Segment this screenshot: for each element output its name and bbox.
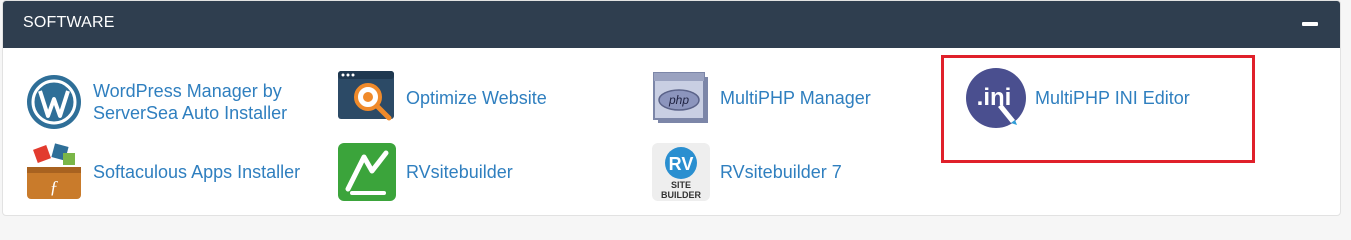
highlight-box: [941, 55, 1255, 163]
item-softaculous[interactable]: ƒ Softaculous Apps Installer: [23, 141, 300, 203]
builder-text: BUILDER: [661, 190, 701, 200]
item-label: WordPress Manager by ServerSea Auto Inst…: [93, 81, 288, 123]
item-label: RVsitebuilder 7: [720, 162, 842, 182]
rv-text: RV: [669, 154, 694, 174]
item-rvsitebuilder-7[interactable]: RV SITE BUILDER RVsitebuilder 7: [650, 141, 842, 203]
site-text: SITE: [671, 180, 691, 190]
rvsitebuilder7-icon: RV SITE BUILDER: [650, 141, 712, 203]
rvsitebuilder-icon: [336, 141, 398, 203]
panel-title: SOFTWARE: [23, 14, 115, 31]
item-label: Softaculous Apps Installer: [93, 162, 301, 182]
item-optimize-website[interactable]: Optimize Website: [336, 67, 547, 129]
php-icon: php: [650, 67, 712, 129]
item-label: Optimize Website: [406, 88, 547, 108]
panel-header: SOFTWARE: [3, 1, 1340, 48]
item-wordpress-manager[interactable]: WordPress Manager by ServerSea Auto Inst…: [23, 71, 313, 133]
item-label: MultiPHP Manager: [720, 88, 871, 108]
softaculous-icon: ƒ: [23, 141, 85, 203]
minus-icon[interactable]: [1302, 22, 1318, 26]
svg-text:ƒ: ƒ: [50, 177, 59, 197]
php-text: php: [668, 93, 689, 107]
optimize-website-icon: [336, 67, 398, 129]
wordpress-icon: [23, 71, 85, 133]
item-multiphp-manager[interactable]: php MultiPHP Manager: [650, 67, 871, 129]
item-rvsitebuilder[interactable]: RVsitebuilder: [336, 141, 513, 203]
item-label: RVsitebuilder: [406, 162, 513, 182]
